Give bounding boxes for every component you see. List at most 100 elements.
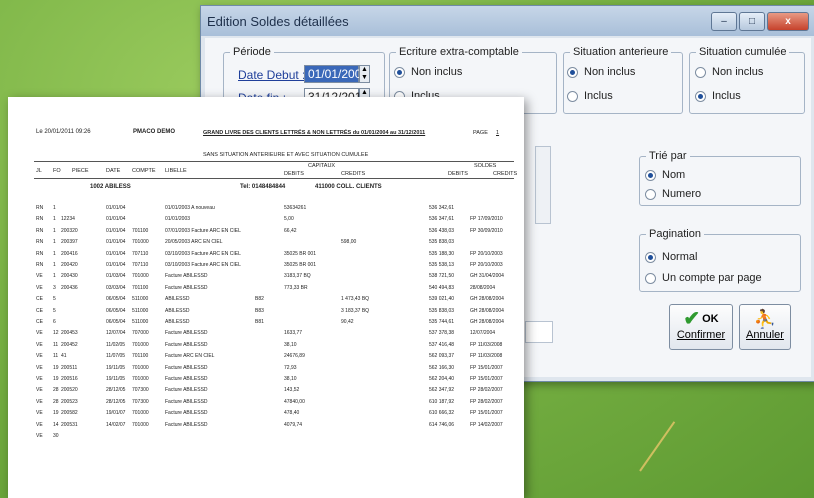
date-debut-spinner[interactable]: ▲ ▼ xyxy=(359,65,370,83)
title-bar[interactable]: Edition Soldes détaillées – □ x xyxy=(201,6,814,36)
table-cell-date: 01/01/04 xyxy=(106,262,126,268)
table-cell-compte: 701100 xyxy=(132,353,149,360)
table-cell-date: 28/12/05 xyxy=(106,387,126,394)
table-cell-piece: 12234 xyxy=(61,216,75,223)
table-cell-date: 01/01/04 xyxy=(106,227,126,234)
table-cell-jl: VE xyxy=(36,330,43,337)
account-code: 1002 ABILESS xyxy=(90,184,131,190)
table-cell-piece: 200523 xyxy=(61,398,78,405)
table-cell-sdeb: 562 347,92 xyxy=(429,387,455,394)
table-cell-sdeb: 537 378,38 xyxy=(429,330,455,337)
cancel-button[interactable]: ⛹ Annuler xyxy=(739,304,791,350)
table-cell-fo: 11 xyxy=(53,341,59,348)
cancel-label: Annuler xyxy=(746,329,784,341)
close-button[interactable]: x xyxy=(767,11,809,31)
table-cell-credit: 90,42 xyxy=(341,319,354,325)
table-cell-ref: B83 xyxy=(255,307,264,314)
table-cell-lib: Facture ABILESSD xyxy=(165,387,208,394)
table-row: RN 1 200416 01/01/04 707110 03/10/2003 Factur… xyxy=(8,251,524,259)
table-cell-compte: 707110 xyxy=(132,262,149,268)
trie-nom-radio[interactable]: Nom xyxy=(645,169,685,181)
minimize-button[interactable]: – xyxy=(711,11,737,31)
situation-cumulee-legend: Situation cumulée xyxy=(699,46,787,58)
text-field[interactable] xyxy=(525,321,553,343)
table-cell-compte: 701000 xyxy=(132,376,149,382)
table-cell-scred: FP 28/02/2007 xyxy=(470,398,503,405)
ecriture-non-inclus-radio[interactable]: Non inclus xyxy=(394,66,462,78)
anterieure-inclus-radio[interactable]: Inclus xyxy=(567,90,613,102)
list-scrollbar[interactable] xyxy=(535,146,551,224)
table-cell-sdeb: 535 838,03 xyxy=(429,307,455,314)
table-cell-date: 03/03/04 xyxy=(106,284,126,291)
table-cell-date: 19/11/05 xyxy=(106,376,126,382)
table-cell-piece: 200516 xyxy=(61,376,78,382)
table-cell-compte: 707300 xyxy=(132,387,149,394)
table-row: CE 6 06/05/04 511000 ABILESSD B81 90,42 535 744… xyxy=(8,319,524,327)
table-cell-piece: 200416 xyxy=(61,250,78,257)
table-cell-piece: 41 xyxy=(61,353,67,360)
table-cell-date: 06/05/04 xyxy=(106,319,126,325)
table-row: VE 11 41 11/07/05 701100 Facture ARC EN CIEL 2… xyxy=(8,353,524,361)
table-cell-jl: CE xyxy=(36,319,43,325)
table-cell-scred: GH 28/08/2004 xyxy=(470,319,504,325)
ecriture-legend: Ecriture extra-comptable xyxy=(399,46,519,58)
table-cell-compte: 511000 xyxy=(132,319,149,325)
table-cell-scred: FP 30/09/2010 xyxy=(470,227,503,234)
report-page-label: PAGE xyxy=(473,130,488,136)
column-libelle: LIBELLE xyxy=(165,168,187,174)
table-cell-debit: 53634261 xyxy=(284,205,307,211)
table-cell-scred: GH 28/08/2004 xyxy=(470,296,504,303)
radio-label: Numero xyxy=(662,188,702,200)
table-cell-debit: 5,00 xyxy=(284,216,294,223)
table-cell-lib: Facture ABILESSD xyxy=(165,398,208,405)
table-cell-piece: 200420 xyxy=(61,262,78,268)
table-cell-date: 12/07/04 xyxy=(106,330,126,337)
radio-selected-icon xyxy=(567,66,578,78)
table-cell-jl: VE xyxy=(36,284,43,291)
radio-label: Inclus xyxy=(584,90,613,102)
table-cell-piece: 200436 xyxy=(61,284,78,291)
report-subtitle: SANS SITUATION ANTERIEURE ET AVEC SITUAT… xyxy=(203,152,369,158)
table-row: RN 1 01/01/04 01/01/2003 A nouveau 53634261 5… xyxy=(8,205,524,213)
situation-anterieure-legend: Situation anterieure xyxy=(573,46,669,58)
table-cell-sdeb: 562 166,30 xyxy=(429,364,455,371)
pagination-un-compte-radio[interactable]: Un compte par page xyxy=(645,272,762,284)
maximize-button[interactable]: □ xyxy=(739,11,765,31)
table-cell-lib: Facture ABILESSD xyxy=(165,284,208,291)
table-cell-lib: 07/01/2003 Facture ARC EN CIEL xyxy=(165,227,241,234)
table-cell-jl: VE xyxy=(36,353,43,360)
table-cell-compte: 707000 xyxy=(132,330,149,337)
table-cell-date: 19/11/05 xyxy=(106,364,126,371)
column-credits: CREDITS xyxy=(341,171,366,177)
table-cell-jl: VE xyxy=(36,387,43,394)
table-cell-jl: VE xyxy=(36,273,43,280)
cumulee-inclus-radio[interactable]: Inclus xyxy=(695,90,741,102)
date-debut-input[interactable]: 01/01/2004 xyxy=(304,65,368,83)
table-cell-lib: ABILESSD xyxy=(165,307,190,314)
radio-label: Non inclus xyxy=(712,66,764,78)
table-cell-scred: FP 20/10/2003 xyxy=(470,262,503,268)
table-cell-credit: 598,00 xyxy=(341,239,357,246)
table-cell-jl: RN xyxy=(36,250,44,257)
table-cell-fo: 30 xyxy=(53,433,59,439)
column-fo: FO xyxy=(53,168,61,174)
table-cell-scred: FP 11/03/2008 xyxy=(470,341,503,348)
pagination-normal-radio[interactable]: Normal xyxy=(645,251,697,263)
table-row: RN 1 200320 01/01/04 701100 07/01/2003 Factur… xyxy=(8,228,524,236)
table-cell-fo: 14 xyxy=(53,421,59,428)
table-cell-lib: 03/10/2003 Facture ARC EN CIEL xyxy=(165,250,241,257)
cumulee-non-inclus-radio[interactable]: Non inclus xyxy=(695,66,763,78)
table-cell-fo: 19 xyxy=(53,410,59,417)
confirm-button[interactable]: ✔ OK Confirmer xyxy=(669,304,733,350)
table-cell-lib: Facture ABILESSD xyxy=(165,410,208,417)
trie-numero-radio[interactable]: Numero xyxy=(645,188,701,200)
anterieure-non-inclus-radio[interactable]: Non inclus xyxy=(567,66,635,78)
table-cell-fo: 1 xyxy=(53,227,56,234)
table-cell-jl: RN xyxy=(36,262,44,268)
table-cell-ref: B82 xyxy=(255,296,264,303)
table-cell-piece: 200511 xyxy=(61,364,78,371)
table-cell-compte: 701000 xyxy=(132,410,149,417)
table-cell-fo: 1 xyxy=(53,239,56,246)
table-cell-date: 01/01/04 xyxy=(106,216,126,223)
table-cell-lib: Facture ARC EN CIEL xyxy=(165,353,215,360)
